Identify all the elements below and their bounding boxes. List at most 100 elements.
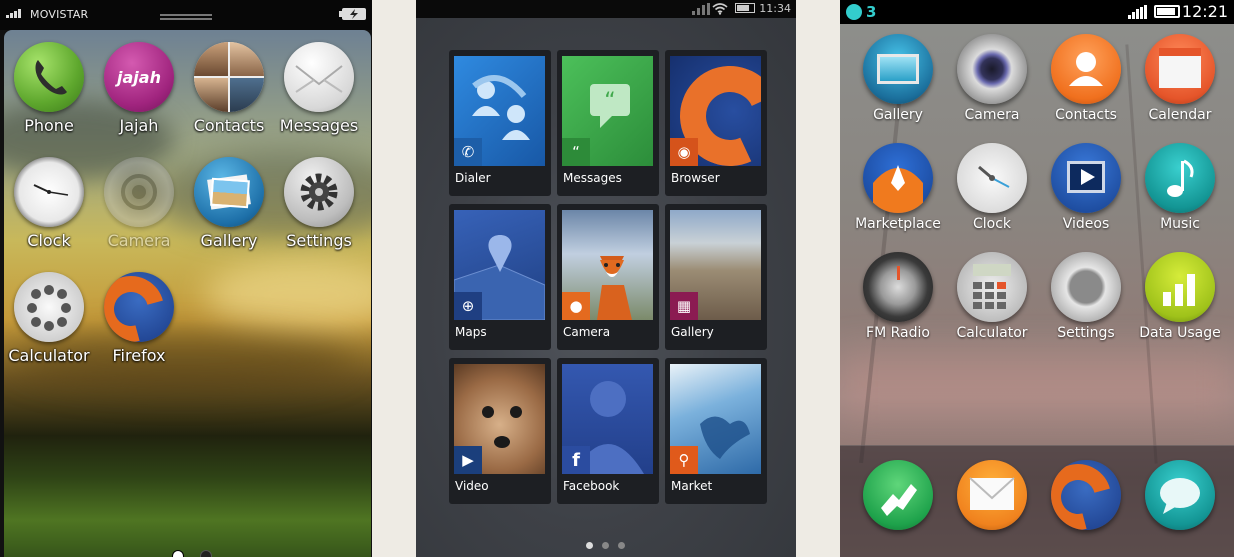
app-gallery[interactable]: Gallery (184, 157, 274, 250)
svg-text:“: “ (604, 89, 615, 114)
notification-pull-handle[interactable] (160, 14, 212, 20)
tile-messages[interactable]: “ “ Messages (557, 50, 659, 196)
screenshot-collage: MOVISTAR Phone jajah Jajah Contacts Mess… (0, 0, 1234, 557)
app-messages[interactable]: Messages (274, 42, 364, 135)
app-settings[interactable]: Settings (1039, 252, 1133, 341)
app-data-usage[interactable]: Data Usage (1133, 252, 1227, 341)
calculator-icon (14, 272, 84, 342)
phone-right: 3 12:21 Gallery Camera Contacts Calendar… (840, 0, 1234, 557)
app-videos[interactable]: Videos (1039, 143, 1133, 232)
app-contacts[interactable]: Contacts (184, 42, 274, 135)
status-bar: 3 12:21 (840, 0, 1234, 24)
facebook-icon: f (562, 446, 590, 474)
page-dot[interactable] (618, 542, 625, 549)
tile-facebook[interactable]: f Facebook (557, 358, 659, 504)
app-fm-radio[interactable]: FM Radio (851, 252, 945, 341)
app-settings[interactable]: Settings (274, 157, 364, 250)
phone-middle: 11:34 ✆ Dialer “ “ Messages ◉ Browser ⊕ … (416, 0, 796, 557)
quote-icon: “ (562, 138, 590, 166)
page-dot[interactable] (602, 542, 609, 549)
app-contacts[interactable]: Contacts (1039, 34, 1133, 123)
page-indicator (172, 550, 212, 557)
app-camera[interactable]: Camera (945, 34, 1039, 123)
app-marketplace[interactable]: Marketplace (851, 143, 945, 232)
envelope-icon (284, 42, 354, 112)
app-camera[interactable]: Camera (94, 157, 184, 250)
clock-icon (14, 157, 84, 227)
battery-icon (735, 3, 755, 13)
app-music[interactable]: Music (1133, 143, 1227, 232)
dock-messages[interactable] (945, 460, 1039, 530)
notification-indicator[interactable]: 3 (846, 3, 876, 21)
status-bar: 11:34 (416, 0, 796, 18)
signal-icon (692, 3, 710, 15)
firefox-icon (1051, 460, 1121, 530)
grid-icon: ▦ (670, 292, 698, 320)
phone-icon: ✆ (454, 138, 482, 166)
tile-gallery[interactable]: ▦ Gallery (665, 204, 767, 350)
gear-icon (284, 157, 354, 227)
contacts-icon (194, 42, 264, 112)
tile-browser[interactable]: ◉ Browser (665, 50, 767, 196)
video-camera-icon: ▶ (454, 446, 482, 474)
jajah-icon: jajah (104, 42, 174, 112)
dock-browser[interactable] (1039, 460, 1133, 530)
clock-time: 11:34 (759, 2, 791, 15)
tile-video[interactable]: ▶ Video (449, 358, 551, 504)
dock-chat[interactable] (1133, 460, 1227, 530)
video-icon (1051, 143, 1121, 213)
camera-lens-icon (957, 34, 1027, 104)
tile-camera[interactable]: ● Camera (557, 204, 659, 350)
calculator-icon (957, 252, 1027, 322)
target-icon: ⊕ (454, 292, 482, 320)
gallery-icon (194, 157, 264, 227)
app-calculator[interactable]: Calculator (4, 272, 94, 365)
tile-dialer[interactable]: ✆ Dialer (449, 50, 551, 196)
battery-charging-icon (339, 8, 366, 20)
signal-icon (6, 9, 21, 18)
tile-market[interactable]: ⚲ Market (665, 358, 767, 504)
app-jajah[interactable]: jajah Jajah (94, 42, 184, 135)
app-calculator[interactable]: Calculator (945, 252, 1039, 341)
search-icon: ⚲ (670, 446, 698, 474)
contacts-icon (1051, 34, 1121, 104)
page-dot-active[interactable] (586, 542, 593, 549)
phone-left: MOVISTAR Phone jajah Jajah Contacts Mess… (0, 0, 372, 557)
camera-icon (104, 157, 174, 227)
homescreen: ✆ Dialer “ “ Messages ◉ Browser ⊕ Maps ●… (416, 18, 796, 557)
dock-phone[interactable] (851, 460, 945, 530)
app-calendar[interactable]: Calendar (1133, 34, 1227, 123)
app-firefox[interactable]: Firefox (94, 272, 184, 365)
page-dot-active[interactable] (172, 550, 184, 557)
signal-icon (1128, 5, 1147, 19)
speech-bubble-icon (1145, 460, 1215, 530)
bar-chart-icon (1145, 252, 1215, 322)
wifi-icon (712, 3, 728, 15)
status-bar: MOVISTAR (0, 0, 372, 30)
gallery-icon (863, 34, 933, 104)
app-dock (840, 445, 1234, 557)
music-note-icon (1145, 143, 1215, 213)
clock-icon (957, 143, 1027, 213)
app-clock[interactable]: Clock (4, 157, 94, 250)
gear-icon (1051, 252, 1121, 322)
envelope-icon (957, 460, 1027, 530)
clock-time: 12:21 (1181, 2, 1228, 21)
firefox-icon: ◉ (670, 138, 698, 166)
carrier-name: MOVISTAR (30, 8, 89, 21)
app-clock[interactable]: Clock (945, 143, 1039, 232)
app-phone[interactable]: Phone (4, 42, 94, 135)
calendar-icon (1145, 34, 1215, 104)
phone-icon (863, 460, 933, 530)
page-dot[interactable] (200, 550, 212, 557)
tile-maps[interactable]: ⊕ Maps (449, 204, 551, 350)
page-indicator (586, 542, 625, 549)
radio-dial-icon (863, 252, 933, 322)
phone-icon (14, 42, 84, 112)
homescreen: Phone jajah Jajah Contacts Messages Cloc… (4, 30, 371, 557)
battery-icon (1154, 5, 1180, 18)
firefox-icon (104, 272, 174, 342)
rocket-icon (863, 143, 933, 213)
app-gallery[interactable]: Gallery (851, 34, 945, 123)
notification-icon (846, 4, 862, 20)
